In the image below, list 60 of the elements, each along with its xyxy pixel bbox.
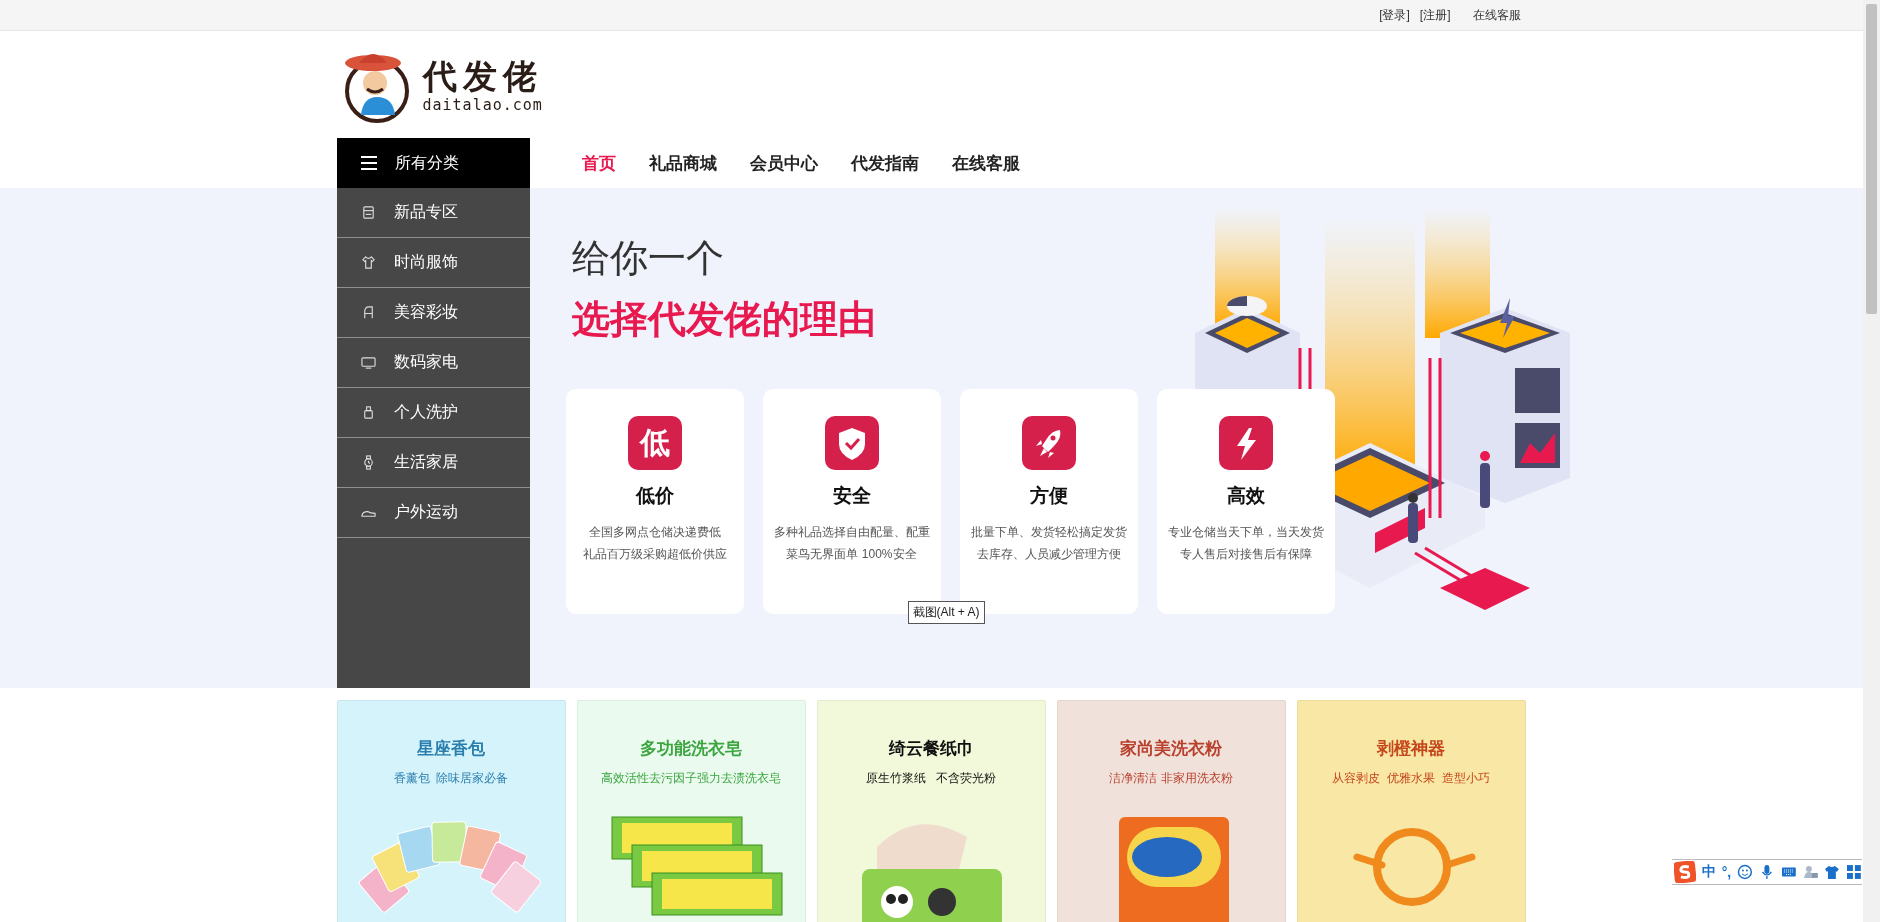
- product-title: 绮云餐纸巾: [888, 738, 974, 760]
- product-subtitle: 洁净清洁 非家用洗衣粉: [1109, 770, 1233, 787]
- hero-subtitle: 给你一个: [570, 236, 725, 281]
- punctuation-toggle[interactable]: °,: [1721, 864, 1732, 880]
- product-subtitle: 香薰包 除味居家必备: [393, 770, 509, 787]
- top-link[interactable]: 在线客服: [1472, 6, 1521, 24]
- nav-link[interactable]: 在线客服: [951, 151, 1020, 175]
- feature-title: 安全: [832, 484, 871, 508]
- tooltip: 截图(Alt + A): [907, 601, 985, 624]
- shirt-icon[interactable]: [1824, 864, 1841, 880]
- lightning-icon: [1218, 416, 1273, 470]
- hero-title: 选择代发佬的理由: [570, 297, 877, 342]
- feature-title: 高效: [1226, 484, 1265, 508]
- feature-description: 全国多网点仓储决递费低 礼品百万级采购超低价供应: [582, 524, 727, 563]
- shield-check-icon: [824, 416, 879, 470]
- product-card[interactable]: 剥橙神器 从容剥皮 优雅水果 造型小巧: [1296, 700, 1526, 922]
- scrollbar[interactable]: [1863, 0, 1880, 922]
- smiley-icon[interactable]: [1737, 864, 1753, 880]
- category-item[interactable]: 时尚服饰: [336, 238, 530, 288]
- nav-link[interactable]: 礼品商城: [648, 151, 717, 175]
- logo-title: 代发佬: [422, 55, 543, 96]
- nav-link[interactable]: 首页: [581, 151, 616, 175]
- feature-description: 多种礼品选择自由配量、配重 菜鸟无界面单 100%安全: [773, 524, 930, 563]
- product-subtitle: 高效活性去污因子强力去渍洗衣皂: [601, 770, 781, 787]
- user-card-icon[interactable]: [1802, 864, 1819, 880]
- product-title: 星座香包: [417, 738, 485, 760]
- input-mode-label[interactable]: 中: [1701, 863, 1716, 881]
- category-item[interactable]: 生活家居: [336, 438, 530, 488]
- all-categories-button[interactable]: 所有分类: [336, 138, 530, 188]
- category-icon: [360, 205, 376, 220]
- microphone-icon[interactable]: [1759, 864, 1775, 880]
- feature-description: 专业仓储当天下单，当天发货 专人售后对接售后有保障: [1167, 524, 1324, 563]
- product-title: 剥橙神器: [1377, 738, 1445, 760]
- logo-domain: daitalao.com: [422, 95, 543, 114]
- product-title: 多功能洗衣皂: [640, 738, 742, 760]
- category-item[interactable]: 个人洗护: [336, 388, 530, 438]
- product-card[interactable]: 绮云餐纸巾 原生竹浆纸 不含荧光粉: [816, 700, 1046, 922]
- product-card[interactable]: 星座香包 香薰包 除味居家必备: [336, 700, 566, 922]
- rocket-icon: [1021, 416, 1076, 470]
- top-link[interactable]: [登录]: [1379, 6, 1410, 24]
- grid-icon[interactable]: [1846, 864, 1862, 880]
- category-item[interactable]: 新品专区: [336, 188, 530, 238]
- price-icon: 低: [627, 416, 682, 470]
- product-title: 家尚美洗衣粉: [1120, 738, 1222, 760]
- category-icon: [360, 255, 376, 270]
- top-link[interactable]: [注册]: [1419, 6, 1451, 24]
- category-icon: [360, 355, 376, 370]
- feature-description: 批量下单、发货轻松搞定发货 去库存、人员减少管理方便: [970, 524, 1127, 563]
- product-subtitle: 从容剥皮 优雅水果 造型小巧: [1332, 770, 1490, 787]
- all-categories-label: 所有分类: [394, 152, 459, 173]
- nav-link[interactable]: 代发指南: [850, 151, 919, 175]
- product-subtitle: 原生竹浆纸 不含荧光粉: [866, 770, 996, 787]
- feature-title: 方便: [1029, 484, 1068, 508]
- product-card[interactable]: 家尚美洗衣粉 洁净清洁 非家用洗衣粉: [1056, 700, 1286, 922]
- category-item[interactable]: 美容彩妆: [336, 288, 530, 338]
- nav-link[interactable]: 会员中心: [749, 151, 818, 175]
- category-item[interactable]: 户外运动: [336, 488, 530, 538]
- category-item[interactable]: 数码家电: [336, 338, 530, 388]
- feature-title: 低价: [635, 484, 674, 508]
- menu-icon: [360, 156, 377, 170]
